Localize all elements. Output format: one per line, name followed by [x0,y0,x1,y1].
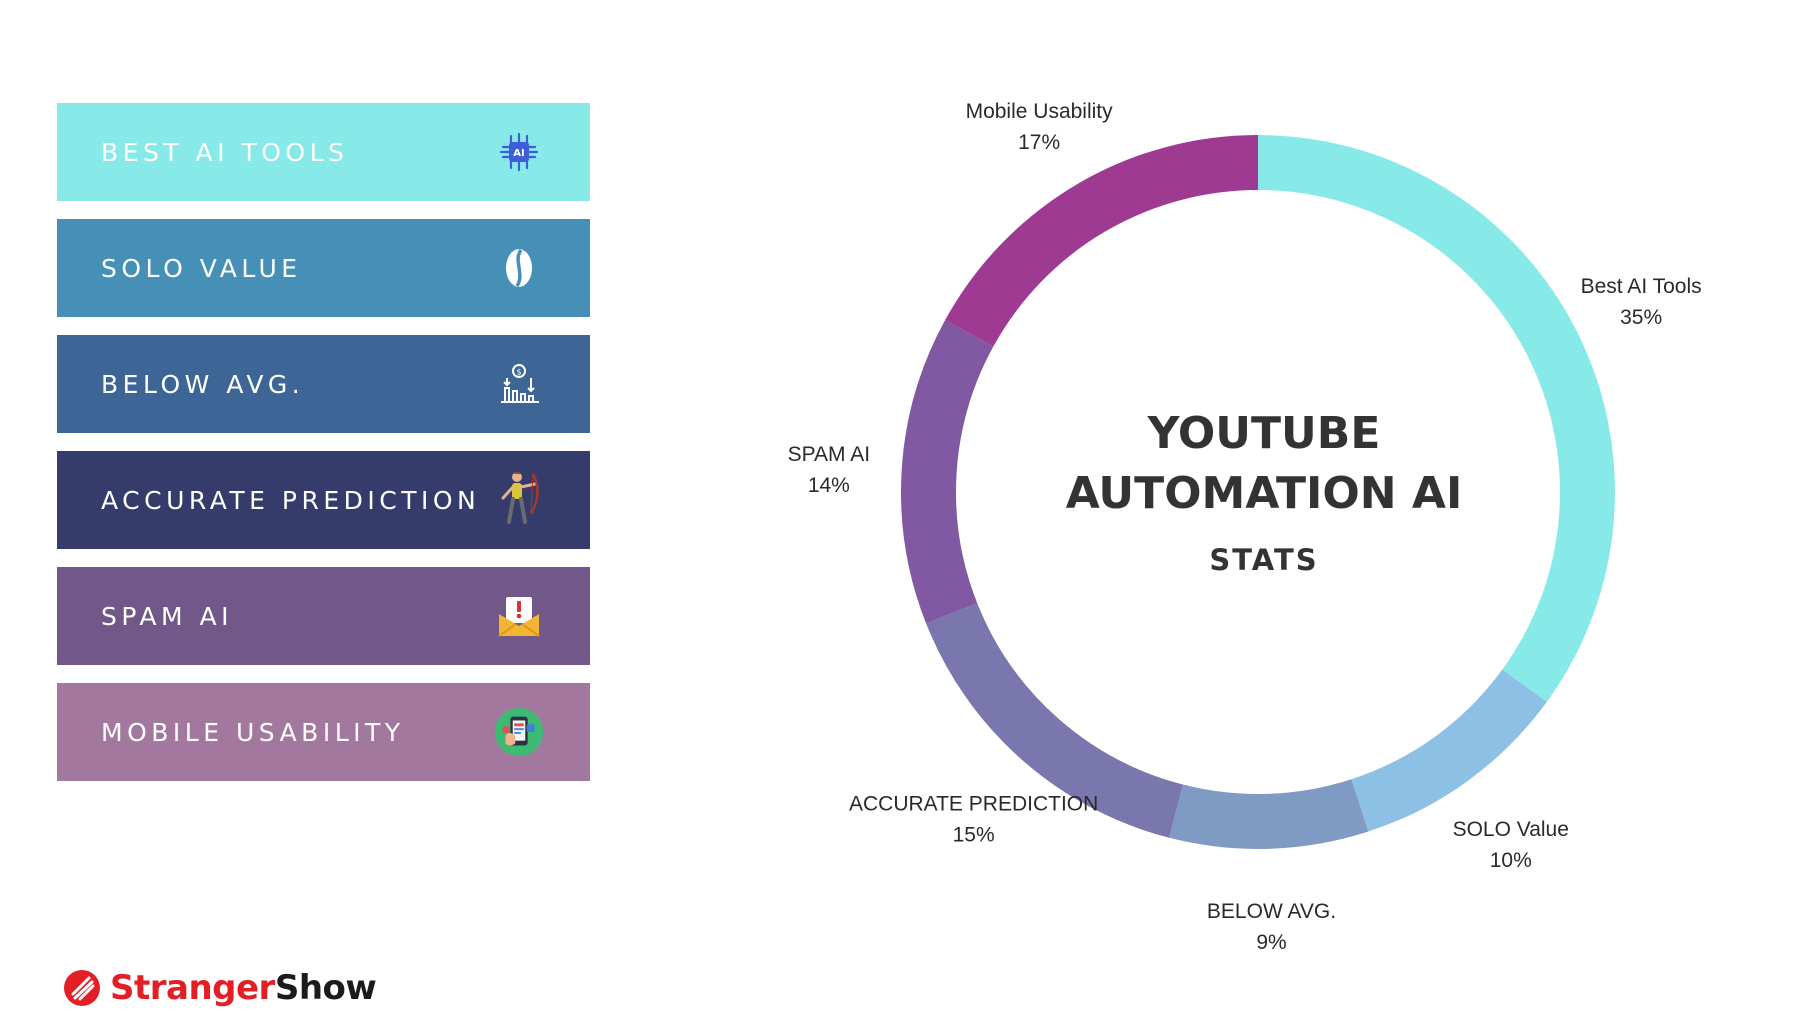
donut-chart: Best AI Tools 35% SOLO Value 10% BELOW AVG. 9… [788,100,1702,954]
slice-label-name: SOLO Value [1453,818,1569,841]
slice-label-name: Mobile Usability [966,100,1114,123]
slice-label-value: 15% [953,824,995,847]
slice-label-value: 14% [808,474,850,497]
donut-slice-below-avg- [1169,779,1369,849]
slice-label-value: 35% [1620,306,1662,329]
slice-label-value: 10% [1490,849,1532,872]
brand-name-part-1: Stranger [110,968,275,1008]
slice-label-value: 17% [1018,131,1060,154]
slice-label-name: Best AI Tools [1581,275,1702,298]
donut-slice-mobile-usability [945,135,1259,347]
slice-label-value: 9% [1256,931,1286,954]
center-subtitle: STATS [1209,543,1318,577]
brand-name-part-2: Show [274,968,377,1008]
donut-slice-solo-value [1350,669,1547,832]
brand-mark-icon [64,970,100,1006]
slice-label-name: ACCURATE PREDICTION [849,793,1098,816]
brand-logo: Stranger Show [62,968,377,1008]
slice-label-name: BELOW AVG. [1207,900,1336,923]
donut-slice-spam-ai [901,320,994,624]
center-title-line-1: YOUTUBE [1147,408,1381,459]
donut-slice-accurate-prediction [926,602,1184,838]
slice-label-name: SPAM AI [788,443,870,466]
center-title-line-2: AUTOMATION AI [1066,468,1463,519]
